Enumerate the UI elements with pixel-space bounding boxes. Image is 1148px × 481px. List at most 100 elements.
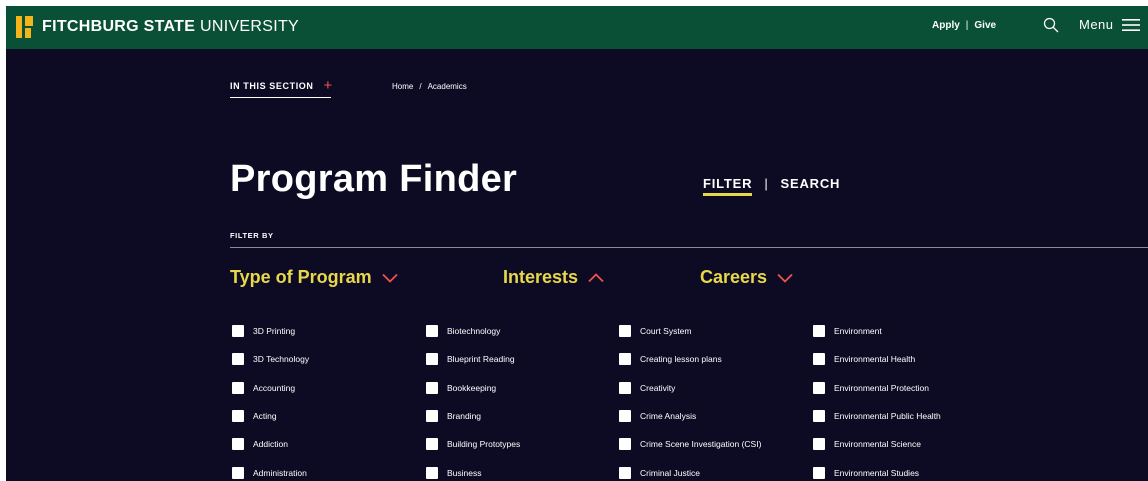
checkbox[interactable]: [619, 438, 631, 451]
checkbox[interactable]: [232, 325, 244, 338]
category-label: Careers: [700, 267, 768, 287]
interest-option-label: Criminal Justice: [640, 467, 700, 478]
interest-option[interactable]: Administration: [232, 458, 309, 481]
interest-option-label: Environmental Protection: [834, 382, 929, 393]
checkbox[interactable]: [426, 381, 438, 394]
breadcrumb-home[interactable]: Home: [392, 82, 413, 91]
interest-option-label: Blueprint Reading: [447, 354, 515, 365]
category-label: Type of Program: [230, 267, 372, 287]
interests-column-3: Court System Creating lesson plans Creat…: [619, 317, 761, 481]
interests-column-4: Environment Environmental Health Environ…: [813, 317, 941, 481]
checkbox[interactable]: [232, 410, 244, 423]
checkbox[interactable]: [813, 410, 825, 423]
checkbox[interactable]: [619, 410, 631, 423]
in-this-section-toggle[interactable]: IN THIS SECTION +: [230, 77, 333, 94]
checkbox[interactable]: [232, 438, 244, 451]
interest-option-label: Environmental Science: [834, 439, 921, 450]
logo-mark-icon: [16, 14, 37, 40]
interest-option[interactable]: Biotechnology: [426, 317, 520, 345]
tab-search[interactable]: SEARCH: [781, 176, 841, 191]
in-this-section-underline: [230, 97, 331, 98]
interest-option[interactable]: Accounting: [232, 374, 309, 402]
interest-option[interactable]: Environmental Protection: [813, 374, 941, 402]
page-title: Program Finder: [230, 158, 518, 200]
interest-option[interactable]: Environment: [813, 317, 941, 345]
interest-option[interactable]: Criminal Justice: [619, 458, 761, 481]
checkbox[interactable]: [813, 438, 825, 451]
checkbox[interactable]: [232, 353, 244, 366]
interest-option[interactable]: 3D Technology: [232, 345, 309, 373]
plus-icon: +: [323, 77, 333, 94]
interest-option[interactable]: Creating lesson plans: [619, 345, 761, 373]
interest-option[interactable]: Court System: [619, 317, 761, 345]
logo-wordmark-strong: FITCHBURG STATE: [42, 18, 196, 35]
interest-option-label: Court System: [640, 326, 692, 337]
give-link[interactable]: Give: [974, 20, 996, 31]
logo-wordmark: FITCHBURG STATE UNIVERSITY: [42, 18, 299, 36]
checkbox[interactable]: [426, 410, 438, 423]
interest-option-label: 3D Printing: [253, 326, 296, 337]
interest-option[interactable]: Environmental Science: [813, 430, 941, 458]
checkbox[interactable]: [619, 381, 631, 394]
checkbox[interactable]: [232, 466, 244, 479]
checkbox[interactable]: [813, 466, 825, 479]
interest-option-label: Crime Analysis: [640, 411, 697, 422]
interest-option-label: Environment: [834, 326, 882, 337]
apply-link[interactable]: Apply: [932, 20, 960, 31]
interest-option-label: Branding: [447, 411, 482, 422]
mode-tabs: FILTER | SEARCH: [703, 176, 841, 196]
search-button[interactable]: [1043, 17, 1061, 35]
interest-option[interactable]: Crime Scene Investigation (CSI): [619, 430, 761, 458]
interest-option[interactable]: Acting: [232, 402, 309, 430]
checkbox[interactable]: [813, 381, 825, 394]
checkbox[interactable]: [619, 325, 631, 338]
checkbox[interactable]: [426, 438, 438, 451]
interest-option-label: Addiction: [253, 439, 288, 450]
interest-option[interactable]: Environmental Public Health: [813, 402, 941, 430]
checkbox[interactable]: [813, 353, 825, 366]
interest-option[interactable]: Creativity: [619, 374, 761, 402]
breadcrumb-separator: /: [419, 82, 422, 91]
interest-option-label: Crime Scene Investigation (CSI): [640, 439, 762, 450]
checkbox[interactable]: [426, 325, 438, 338]
interest-option-label: Environmental Health: [834, 354, 916, 365]
checkbox[interactable]: [426, 466, 438, 479]
interest-option[interactable]: Blueprint Reading: [426, 345, 520, 373]
university-logo[interactable]: FITCHBURG STATE UNIVERSITY: [16, 14, 299, 40]
interest-option[interactable]: Branding: [426, 402, 520, 430]
category-type-of-program[interactable]: Type of Program: [230, 267, 398, 288]
interest-option-label: Bookkeeping: [447, 382, 497, 393]
interests-column-1: 3D Printing 3D Technology Accounting Act…: [232, 317, 309, 481]
in-this-section-label: IN THIS SECTION: [230, 81, 314, 91]
utility-separator: |: [965, 20, 969, 31]
interest-option[interactable]: 3D Printing: [232, 317, 309, 345]
checkbox[interactable]: [619, 353, 631, 366]
interest-option[interactable]: Environmental Health: [813, 345, 941, 373]
interest-option-label: Building Prototypes: [447, 439, 521, 450]
interest-option-label: Accounting: [253, 382, 296, 393]
checkbox[interactable]: [426, 353, 438, 366]
checkbox[interactable]: [813, 325, 825, 338]
interest-option[interactable]: Addiction: [232, 430, 309, 458]
interest-option[interactable]: Crime Analysis: [619, 402, 761, 430]
breadcrumb: Home / Academics: [392, 82, 467, 91]
tab-filter[interactable]: FILTER: [703, 176, 753, 196]
interest-option-label: Business: [447, 467, 482, 478]
interest-option-label: 3D Technology: [253, 354, 310, 365]
checkbox[interactable]: [232, 381, 244, 394]
hamburger-icon: [1121, 18, 1140, 31]
checkbox[interactable]: [619, 466, 631, 479]
filter-by-label: FILTER BY: [230, 231, 274, 240]
menu-button[interactable]: Menu: [1079, 17, 1140, 32]
breadcrumb-academics[interactable]: Academics: [428, 82, 467, 91]
interest-option-label: Environmental Studies: [834, 467, 920, 478]
category-interests[interactable]: Interests: [503, 267, 604, 288]
category-careers[interactable]: Careers: [700, 267, 793, 288]
chevron-up-icon: [588, 272, 604, 282]
tab-divider: |: [764, 176, 769, 191]
interest-option-label: Acting: [253, 411, 277, 422]
interest-option[interactable]: Bookkeeping: [426, 374, 520, 402]
interest-option[interactable]: Building Prototypes: [426, 430, 520, 458]
interest-option[interactable]: Business: [426, 458, 520, 481]
interest-option[interactable]: Environmental Studies: [813, 458, 941, 481]
